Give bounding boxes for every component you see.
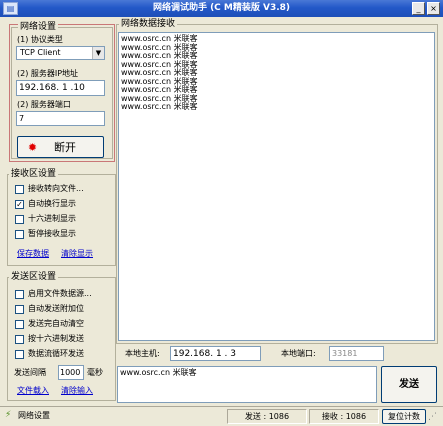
local-host-field: 192.168. 1 . 3 [170,346,261,361]
receive-area-title: 网络数据接收 [119,19,178,30]
status-icon: ⚡ [5,410,12,420]
receive-option-label: 十六进制显示 [28,214,76,223]
receive-count: 接收 : 1086 [309,409,379,424]
chevron-down-icon[interactable]: ▼ [92,47,104,59]
resize-grip-icon[interactable]: ⋰ [428,411,440,423]
title-bar: 网络调试助手 (C M精装版 V3.8) [0,0,443,17]
send-textarea[interactable]: www.osrc.cn 米联客 [117,366,377,403]
window-title: 网络调试助手 (C M精装版 V3.8) [152,3,291,13]
send-interval-input[interactable]: 1000 [58,365,84,380]
protocol-label: (1) 协议类型 [17,35,63,44]
checkbox-auto-clear[interactable] [15,320,24,329]
file-load-link[interactable]: 文件载入 [17,386,49,396]
send-interval-unit: 毫秒 [87,368,103,377]
server-ip-input[interactable]: 192.168. 1 .10 [16,80,105,96]
send-option-label: 自动发送附加位 [28,304,84,313]
send-option-label: 启用文件数据源... [28,289,92,298]
checkbox-pause-display[interactable] [15,230,24,239]
disconnect-label: 断开 [54,141,76,154]
clear-display-link[interactable]: 清除显示 [61,249,93,259]
reset-count-button[interactable]: 复位计数 [382,409,426,424]
save-data-link[interactable]: 保存数据 [17,249,49,259]
minimize-button[interactable]: _ [412,2,425,15]
receive-settings-title: 接收区设置 [9,169,59,180]
connection-status-icon: ✹ [27,141,38,154]
server-port-label: (2) 服务器端口 [17,100,71,109]
clear-input-link[interactable]: 清除输入 [61,386,93,396]
receive-option-label: 接收转向文件... [28,184,84,193]
send-option-label: 发送完自动清空 [28,319,84,328]
status-text: 网络设置 [18,411,50,420]
send-option-label: 数据流循环发送 [28,349,84,358]
receive-option-label: 自动换行显示 [28,199,76,208]
local-host-label: 本地主机: [125,349,160,358]
receive-line: www.osrc.cn 米联客 [121,102,198,111]
send-count: 发送 : 1086 [227,409,307,424]
checkbox-auto-append[interactable] [15,305,24,314]
protocol-select[interactable]: TCP Client ▼ [16,46,105,60]
send-interval-label: 发送间隔 [14,368,46,377]
checkbox-hex-display[interactable] [15,215,24,224]
close-button[interactable]: × [427,2,440,15]
checkbox-receive-to-file[interactable] [15,185,24,194]
server-port-input[interactable]: 7 [16,111,105,126]
send-button[interactable]: 发送 [381,366,437,403]
network-settings-title: 网络设置 [18,22,59,33]
checkbox-auto-wrap[interactable]: ✓ [15,200,24,209]
send-option-label: 按十六进制发送 [28,334,84,343]
local-port-field: 33181 [329,346,384,361]
server-ip-label: (2) 服务器IP地址 [17,69,79,78]
send-settings-title: 发送区设置 [9,272,59,283]
disconnect-button[interactable]: ✹ 断开 [17,136,104,158]
protocol-value: TCP Client [20,48,61,57]
receive-option-label: 暂停接收显示 [28,229,76,238]
checkbox-loop-send[interactable] [15,350,24,359]
send-text: www.osrc.cn 米联客 [120,368,197,377]
receive-textarea[interactable]: www.osrc.cn 米联客 www.osrc.cn 米联客 www.osrc… [118,32,435,341]
local-port-label: 本地端口: [281,349,316,358]
checkbox-hex-send[interactable] [15,335,24,344]
checkbox-file-source[interactable] [15,290,24,299]
app-icon[interactable]: ▤ [3,2,18,15]
